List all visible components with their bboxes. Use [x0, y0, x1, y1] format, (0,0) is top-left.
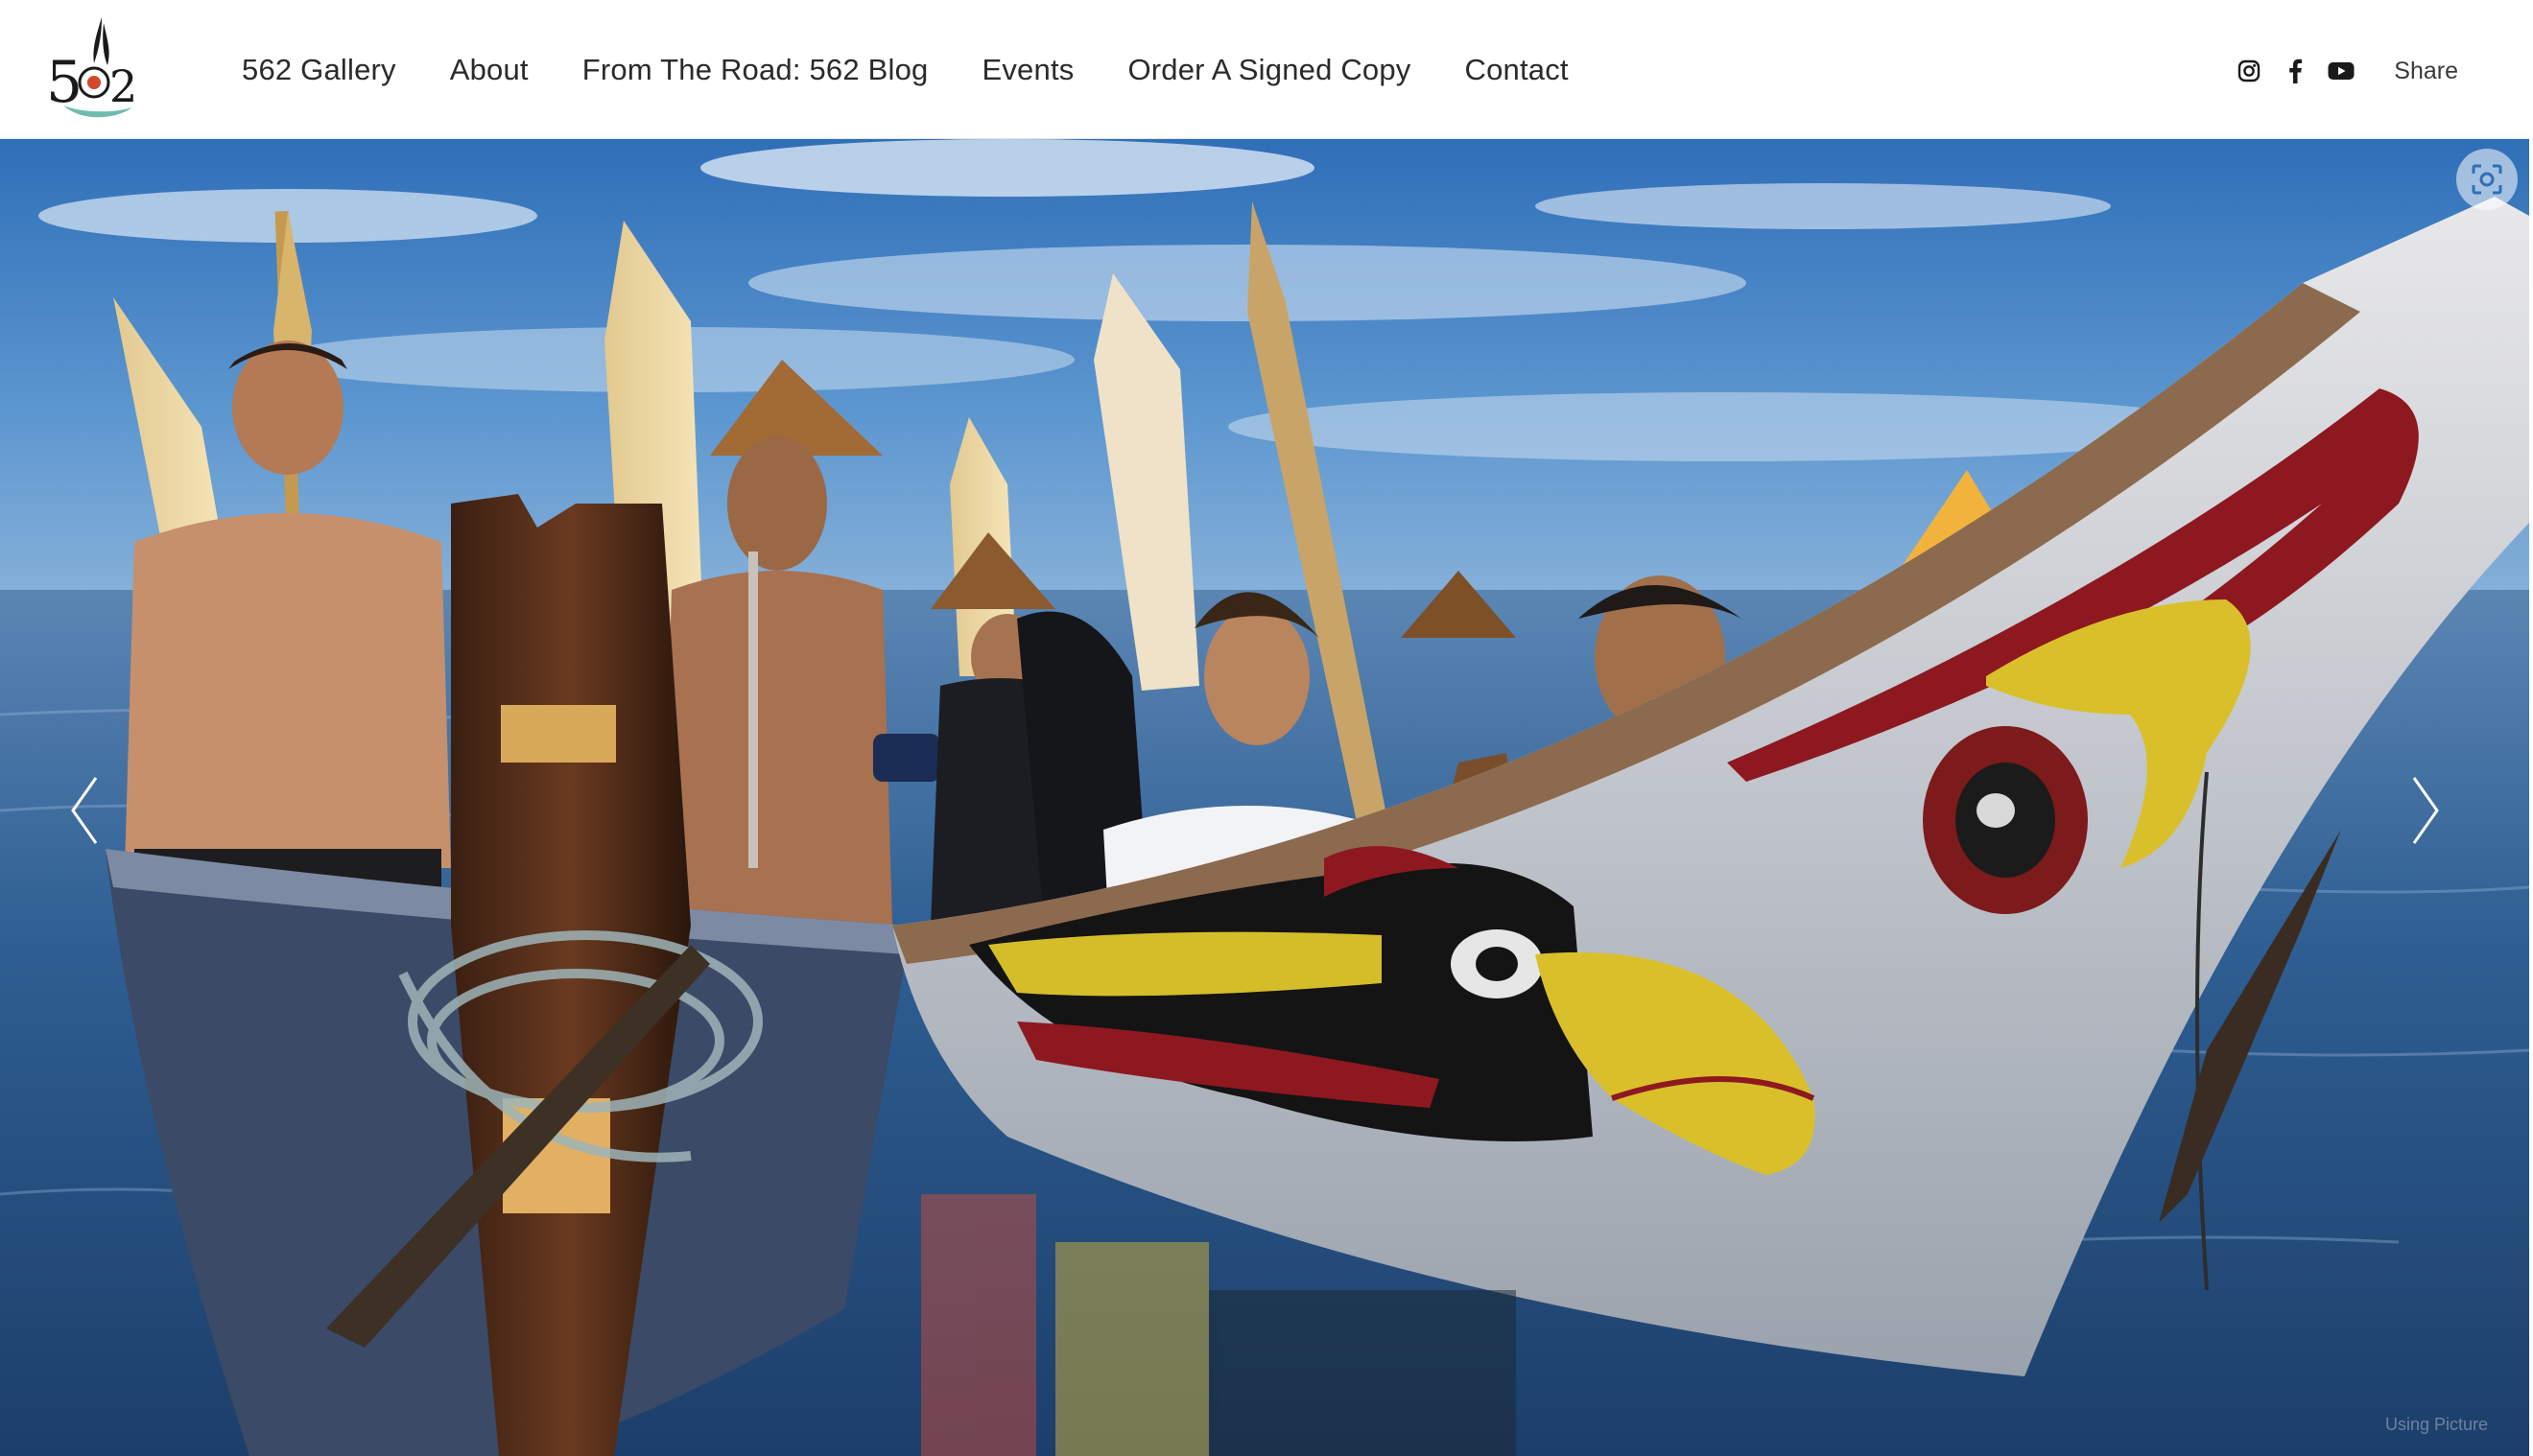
562-logo-icon: 5 2 — [46, 17, 137, 118]
nav-item-562-gallery[interactable]: 562 Gallery — [242, 53, 396, 87]
canoe-photo — [0, 139, 2529, 1456]
site-header: 5 2 562 Gallery About From The Road: 562… — [0, 0, 2529, 139]
page: 5 2 562 Gallery About From The Road: 562… — [0, 0, 2533, 1456]
nav-item-blog[interactable]: From The Road: 562 Blog — [582, 53, 929, 87]
instagram-icon[interactable] — [2235, 57, 2263, 85]
visual-search-button[interactable] — [2456, 149, 2518, 210]
slideshow-next-button[interactable] — [2399, 763, 2456, 858]
nav-item-events[interactable]: Events — [982, 53, 1074, 87]
nav-item-about[interactable]: About — [450, 53, 529, 87]
hero-slideshow: Using Picture — [0, 139, 2529, 1456]
share-link[interactable]: Share — [2394, 58, 2458, 85]
youtube-icon[interactable] — [2327, 57, 2355, 85]
svg-text:2: 2 — [109, 60, 137, 112]
social-links: Share — [2217, 52, 2458, 90]
facebook-icon[interactable] — [2281, 57, 2309, 85]
chevron-right-icon — [2412, 777, 2439, 844]
nav-item-order-signed-copy[interactable]: Order A Signed Copy — [1127, 53, 1410, 87]
nav-item-contact[interactable]: Contact — [1465, 53, 1569, 87]
main-nav: 562 Gallery About From The Road: 562 Blo… — [242, 46, 1622, 94]
site-logo[interactable]: 5 2 — [44, 13, 150, 121]
visual-search-icon — [2472, 164, 2502, 195]
slideshow-prev-button[interactable] — [54, 763, 111, 858]
chevron-left-icon — [71, 777, 98, 844]
image-watermark: Using Picture — [2385, 1415, 2489, 1434]
